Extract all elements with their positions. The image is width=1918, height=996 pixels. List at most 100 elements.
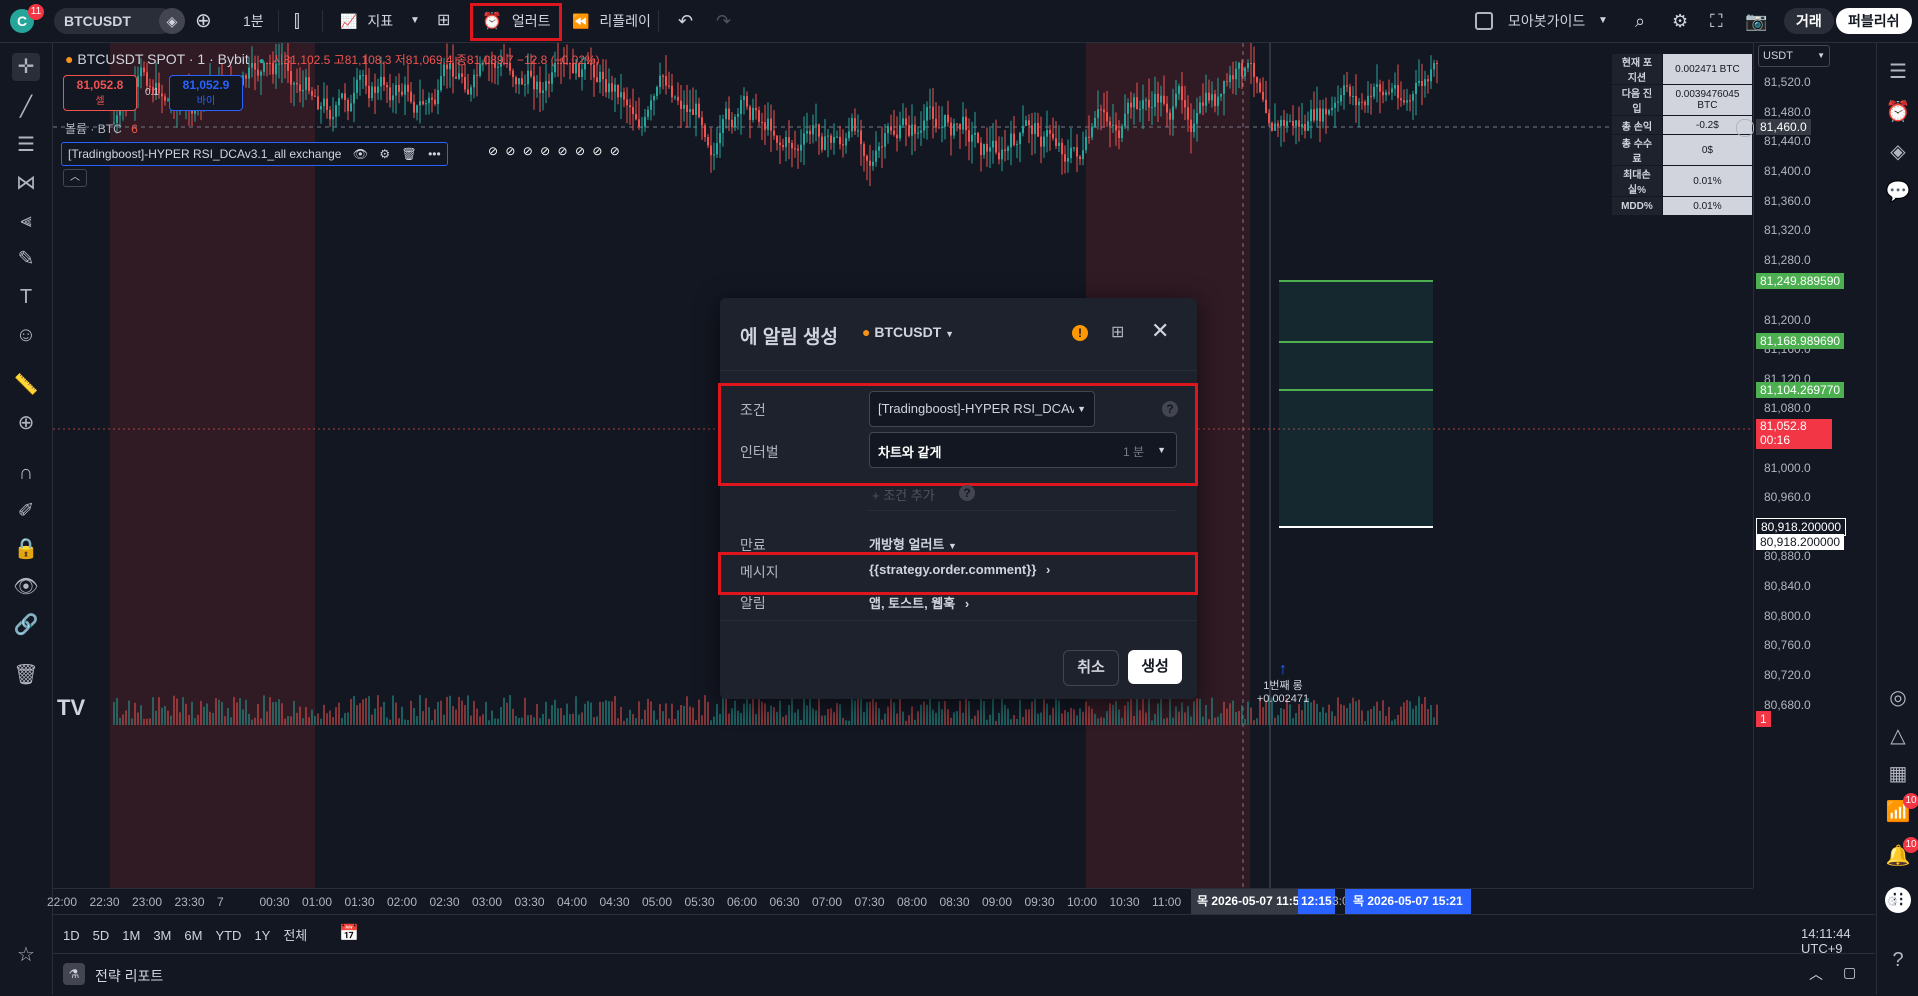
volume-bar bbox=[887, 706, 889, 725]
range-button[interactable]: 전체 bbox=[283, 928, 307, 943]
zoom-icon[interactable]: ⊕ bbox=[12, 409, 40, 437]
layout-dropdown-icon[interactable]: ▼ bbox=[1598, 8, 1608, 34]
emoji-icon[interactable]: ☺ bbox=[12, 321, 40, 349]
range-button[interactable]: YTD bbox=[215, 928, 241, 943]
warning-icon[interactable]: ! bbox=[1072, 325, 1088, 341]
range-button[interactable]: 1M bbox=[122, 928, 140, 943]
settings-gear-icon[interactable]: ⚙ bbox=[1672, 8, 1688, 34]
eye-toggle-icon[interactable]: 👁 bbox=[353, 147, 368, 161]
trade-button[interactable]: 거래 bbox=[1784, 8, 1834, 34]
layout-name-button[interactable]: 모아봇가이드 bbox=[1508, 8, 1585, 34]
notify-value: 앱, 토스트, 웹훅 bbox=[869, 596, 956, 611]
candle-body bbox=[698, 103, 700, 118]
indicators-dropdown-icon[interactable]: ▼ bbox=[410, 8, 420, 34]
interval-button[interactable]: 1분 bbox=[243, 8, 264, 34]
alerts-clock-icon[interactable]: ⏰ bbox=[1885, 99, 1911, 125]
eye-icon[interactable]: 👁 bbox=[12, 573, 40, 601]
volume-bar bbox=[824, 715, 826, 725]
pattern-icon[interactable]: ⋈ bbox=[12, 169, 40, 197]
price-axis[interactable]: USDT ▼ 81,520.0 81,480.0 81,440.0 81,400.0 8… bbox=[1736, 43, 1876, 888]
expiry-button[interactable]: 개방형 얼러트 ▼ bbox=[869, 534, 957, 553]
layouts-icon[interactable]: ⊞ bbox=[437, 8, 450, 34]
volume-bar bbox=[866, 702, 868, 725]
lock-drawing-icon[interactable]: ✐ bbox=[12, 497, 40, 525]
add-condition-button[interactable]: + 조건 추가 bbox=[872, 485, 935, 504]
chat-icon[interactable]: 💬 bbox=[1885, 179, 1911, 205]
currency-select[interactable]: USDT ▼ bbox=[1758, 45, 1830, 67]
notify-button[interactable]: 앱, 토스트, 웹훅 › bbox=[869, 593, 969, 612]
crosshair-icon[interactable]: ✛ bbox=[12, 53, 40, 81]
alert-button[interactable]: ⏰ 얼러트 bbox=[482, 8, 550, 34]
crosshair-add-icon[interactable]: + bbox=[1736, 119, 1754, 137]
help-icon[interactable]: ? bbox=[1885, 947, 1911, 973]
volume-bar bbox=[593, 717, 595, 725]
lock-icon[interactable]: 🔒 bbox=[12, 535, 40, 563]
layout-checkbox-icon[interactable] bbox=[1475, 12, 1493, 30]
candle-body bbox=[548, 81, 550, 84]
volume-bar bbox=[1331, 711, 1333, 725]
volume-bar bbox=[380, 706, 382, 725]
link-icon[interactable]: 🔗 bbox=[12, 611, 40, 639]
range-button[interactable]: 1D bbox=[63, 928, 80, 943]
date-range-icon[interactable]: 📅 bbox=[339, 923, 359, 943]
ruler-icon[interactable]: 📏 bbox=[12, 371, 40, 399]
range-button[interactable]: 3M bbox=[153, 928, 171, 943]
range-button[interactable]: 1Y bbox=[254, 928, 270, 943]
candle-body bbox=[1328, 110, 1330, 115]
volume-bar bbox=[356, 705, 358, 725]
candle-body bbox=[611, 83, 613, 92]
templates-icon[interactable]: ⊞ bbox=[1111, 322, 1124, 342]
indicator-legend[interactable]: [Tradingboost]-HYPER RSI_DCAv3.1_all exc… bbox=[61, 142, 448, 166]
add-symbol-icon[interactable]: ⊕ bbox=[195, 8, 212, 34]
strategy-report-bar[interactable]: ⚗ 전략 리포트 ︿ ▢ bbox=[53, 953, 1875, 996]
maximize-icon[interactable]: ▢ bbox=[1843, 964, 1856, 981]
gauge-icon[interactable]: ◎ bbox=[1885, 685, 1911, 711]
clock-readout[interactable]: 14:11:44 UTC+9 bbox=[1801, 926, 1875, 956]
settings-icon[interactable]: ⚙ bbox=[379, 147, 390, 161]
fib-icon[interactable]: ☰ bbox=[12, 131, 40, 159]
candle-type-icon[interactable]: ⫿ bbox=[294, 8, 300, 34]
layers-icon[interactable]: ◈ bbox=[1885, 139, 1911, 165]
chevron-up-icon[interactable]: ︿ bbox=[1809, 964, 1823, 984]
publish-button[interactable]: 퍼블리쉬 bbox=[1836, 8, 1912, 34]
text-icon[interactable]: T bbox=[12, 283, 40, 311]
camera-icon[interactable]: 📷 bbox=[1745, 8, 1767, 34]
sell-button[interactable]: 81,052.8 셀 bbox=[63, 75, 137, 111]
candle-body bbox=[1043, 136, 1045, 147]
brush-icon[interactable]: ✎ bbox=[12, 245, 40, 273]
dialog-symbol-button[interactable]: ● BTCUSDT ▼ bbox=[862, 324, 954, 340]
more-icon[interactable]: ••• bbox=[428, 147, 441, 161]
trash-icon[interactable]: 🗑 bbox=[12, 661, 40, 689]
close-icon[interactable]: ✕ bbox=[1151, 318, 1169, 344]
create-button[interactable]: 생성 bbox=[1128, 650, 1182, 684]
candle-body bbox=[602, 71, 604, 80]
candle-body bbox=[614, 84, 616, 92]
undo-icon[interactable]: ↶ bbox=[678, 8, 693, 34]
prediction-icon[interactable]: ⫷ bbox=[12, 207, 40, 235]
volume-bar bbox=[245, 699, 247, 725]
quick-search-icon[interactable]: ⌕ bbox=[1635, 8, 1645, 34]
watchlist-star-icon[interactable]: ☆ bbox=[12, 941, 40, 969]
cancel-button[interactable]: 취소 bbox=[1063, 650, 1119, 686]
ideas-icon[interactable]: △ bbox=[1885, 723, 1911, 749]
volume-bar bbox=[1421, 703, 1423, 725]
range-button[interactable]: 6M bbox=[184, 928, 202, 943]
time-axis[interactable]: 22:00 22:30 23:00 23:30 7 00:30 01:00 01:30 02:0… bbox=[47, 888, 1899, 915]
calendar-icon[interactable]: ▦ bbox=[1885, 761, 1911, 787]
trend-line-icon[interactable]: ╱ bbox=[12, 93, 40, 121]
compare-icon[interactable]: ◈ bbox=[159, 8, 185, 34]
range-button[interactable]: 5D bbox=[93, 928, 110, 943]
watchlist-icon[interactable]: ☰ bbox=[1885, 59, 1911, 85]
redo-icon[interactable]: ↷ bbox=[716, 8, 731, 34]
delete-icon[interactable]: 🗑 bbox=[402, 147, 417, 161]
buy-button[interactable]: 81,052.9 바이 bbox=[169, 75, 243, 111]
candle-body bbox=[1169, 112, 1171, 120]
collapse-legend-icon[interactable]: ︿ bbox=[63, 169, 87, 187]
symbol-search-button[interactable]: BTCUSDT bbox=[54, 8, 174, 34]
add-condition-help-icon[interactable]: ? bbox=[959, 485, 975, 501]
fullscreen-icon[interactable]: ⛶ bbox=[1710, 8, 1723, 34]
magnet-icon[interactable]: ∩ bbox=[12, 459, 40, 487]
indicators-button[interactable]: 📈 지표 bbox=[340, 8, 393, 34]
replay-button[interactable]: ⏪ 리플레이 bbox=[572, 8, 651, 34]
axis-settings-icon[interactable]: ⚙ bbox=[1886, 893, 1899, 910]
